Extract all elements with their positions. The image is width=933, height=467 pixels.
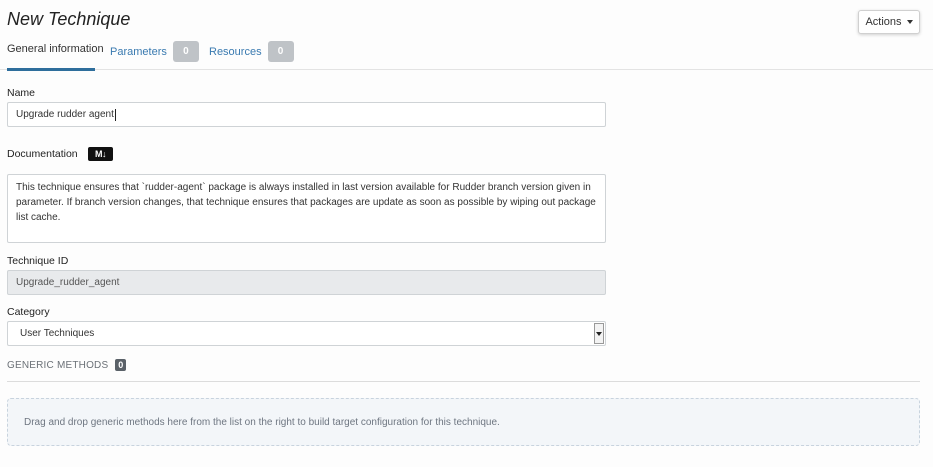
name-input[interactable]: Upgrade rudder agent [7, 102, 606, 127]
divider [7, 381, 920, 382]
page-title: New Technique [7, 9, 131, 29]
category-selected-value: User Techniques [20, 328, 95, 339]
documentation-label: Documentation [7, 148, 78, 160]
generic-methods-count-badge: 0 [115, 359, 127, 371]
technique-id-value: Upgrade_rudder_agent [16, 277, 120, 288]
generic-methods-dropzone[interactable]: Drag and drop generic methods here from … [7, 398, 920, 446]
category-select[interactable]: User Techniques [7, 321, 606, 346]
technique-id-field: Upgrade_rudder_agent [7, 270, 606, 295]
technique-id-label: Technique ID [7, 255, 69, 267]
tab-general-information[interactable]: General information [7, 38, 104, 71]
category-label: Category [7, 306, 50, 318]
generic-methods-header: GENERIC METHODS 0 [7, 359, 127, 371]
tab-parameters-label: Parameters [110, 46, 167, 58]
generic-methods-title: GENERIC METHODS [7, 359, 109, 371]
dropzone-text: Drag and drop generic methods here from … [24, 416, 500, 428]
tab-bar: General information Parameters 0 Resourc… [0, 38, 933, 71]
actions-label: Actions [865, 16, 902, 28]
select-arrow-icon[interactable] [594, 323, 604, 344]
tab-general-information-label: General information [7, 43, 104, 55]
tab-parameters[interactable]: Parameters 0 [110, 38, 199, 70]
tab-resources-label: Resources [209, 46, 262, 58]
actions-dropdown-button[interactable]: Actions [858, 10, 920, 34]
technique-editor: New Technique Actions General informatio… [0, 0, 933, 467]
name-input-value: Upgrade rudder agent [16, 109, 114, 120]
documentation-textarea[interactable]: This technique ensures that `rudder-agen… [7, 174, 606, 243]
resources-count-badge: 0 [267, 41, 294, 62]
text-cursor [114, 108, 116, 121]
caret-down-icon [906, 20, 913, 24]
tab-resources[interactable]: Resources 0 [209, 38, 294, 70]
active-tab-indicator [7, 68, 95, 71]
parameters-count-badge: 0 [172, 41, 199, 62]
name-label: Name [7, 87, 36, 99]
markdown-icon[interactable]: M↓ [88, 147, 113, 161]
